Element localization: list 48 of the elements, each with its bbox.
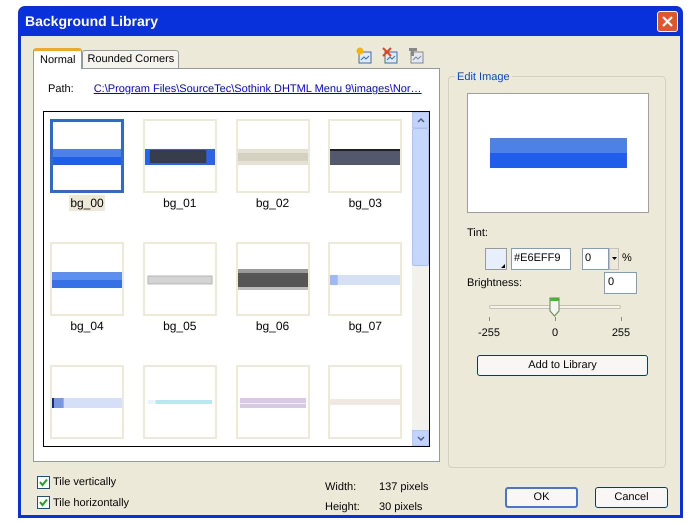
- path-link[interactable]: C:\Program Files\SourceTec\Sothink DHTML Menu 9\images\Nor…: [94, 80, 422, 98]
- checkbox-label: Tile horizontally: [53, 496, 130, 510]
- thumbnail-label: bg_04: [69, 318, 105, 334]
- caret-icon: [612, 257, 616, 260]
- checkbox[interactable]: [37, 476, 50, 489]
- path-label: Path:: [48, 82, 74, 97]
- thumbnail-label: bg_00: [69, 195, 105, 211]
- percent-field[interactable]: 0: [582, 248, 609, 270]
- thumbnail-label: bg_06: [254, 318, 290, 334]
- thumbnail-label: bg_01: [162, 195, 198, 211]
- brightness-field[interactable]: 0: [604, 272, 637, 294]
- tick-label: 0: [552, 326, 558, 340]
- dialog-button[interactable]: Cancel: [595, 487, 668, 508]
- group-title: Edit Image: [455, 69, 512, 86]
- scrollbar[interactable]: [412, 112, 429, 446]
- tab[interactable]: Normal: [33, 48, 82, 69]
- percent-sign: %: [622, 251, 632, 266]
- tick-label: 255: [612, 326, 630, 340]
- info-value: 30 pixels: [379, 500, 422, 514]
- info-label: Width:: [325, 480, 358, 495]
- thumbnail-label: bg_02: [254, 195, 290, 211]
- add-image-icon[interactable]: [356, 47, 374, 65]
- window-title: Background Library: [25, 12, 158, 31]
- tick-label: -255: [478, 326, 500, 340]
- add-to-library-button[interactable]: Add to Library: [477, 355, 648, 376]
- corner-arrow-icon: [501, 264, 505, 268]
- checkbox[interactable]: [37, 496, 50, 510]
- slider-thumb[interactable]: [549, 296, 560, 316]
- dropdown-button[interactable]: [609, 248, 619, 270]
- tab[interactable]: Rounded Corners: [82, 50, 180, 68]
- brightness-label: Brightness:: [467, 276, 522, 291]
- thumbnail-label: bg_05: [162, 318, 198, 334]
- color-swatch[interactable]: [485, 248, 507, 270]
- checkbox-label: Tile vertically: [53, 475, 116, 490]
- check-icon: [39, 498, 48, 508]
- close-icon: [662, 16, 673, 26]
- thumbnail[interactable]: [50, 119, 124, 193]
- check-icon: [39, 478, 48, 487]
- tint-label: Tint:: [467, 226, 489, 241]
- image-properties-icon[interactable]: [408, 47, 426, 65]
- color-field[interactable]: #E6EFF9: [511, 248, 571, 270]
- info-value: 137 pixels: [379, 480, 429, 495]
- thumbnail-label: bg_07: [348, 318, 383, 334]
- close-button[interactable]: [657, 10, 678, 32]
- thumbnail-label: bg_03: [348, 195, 383, 211]
- dialog-button[interactable]: OK: [505, 487, 578, 508]
- delete-image-icon[interactable]: [382, 47, 400, 65]
- info-label: Height:: [325, 500, 361, 514]
